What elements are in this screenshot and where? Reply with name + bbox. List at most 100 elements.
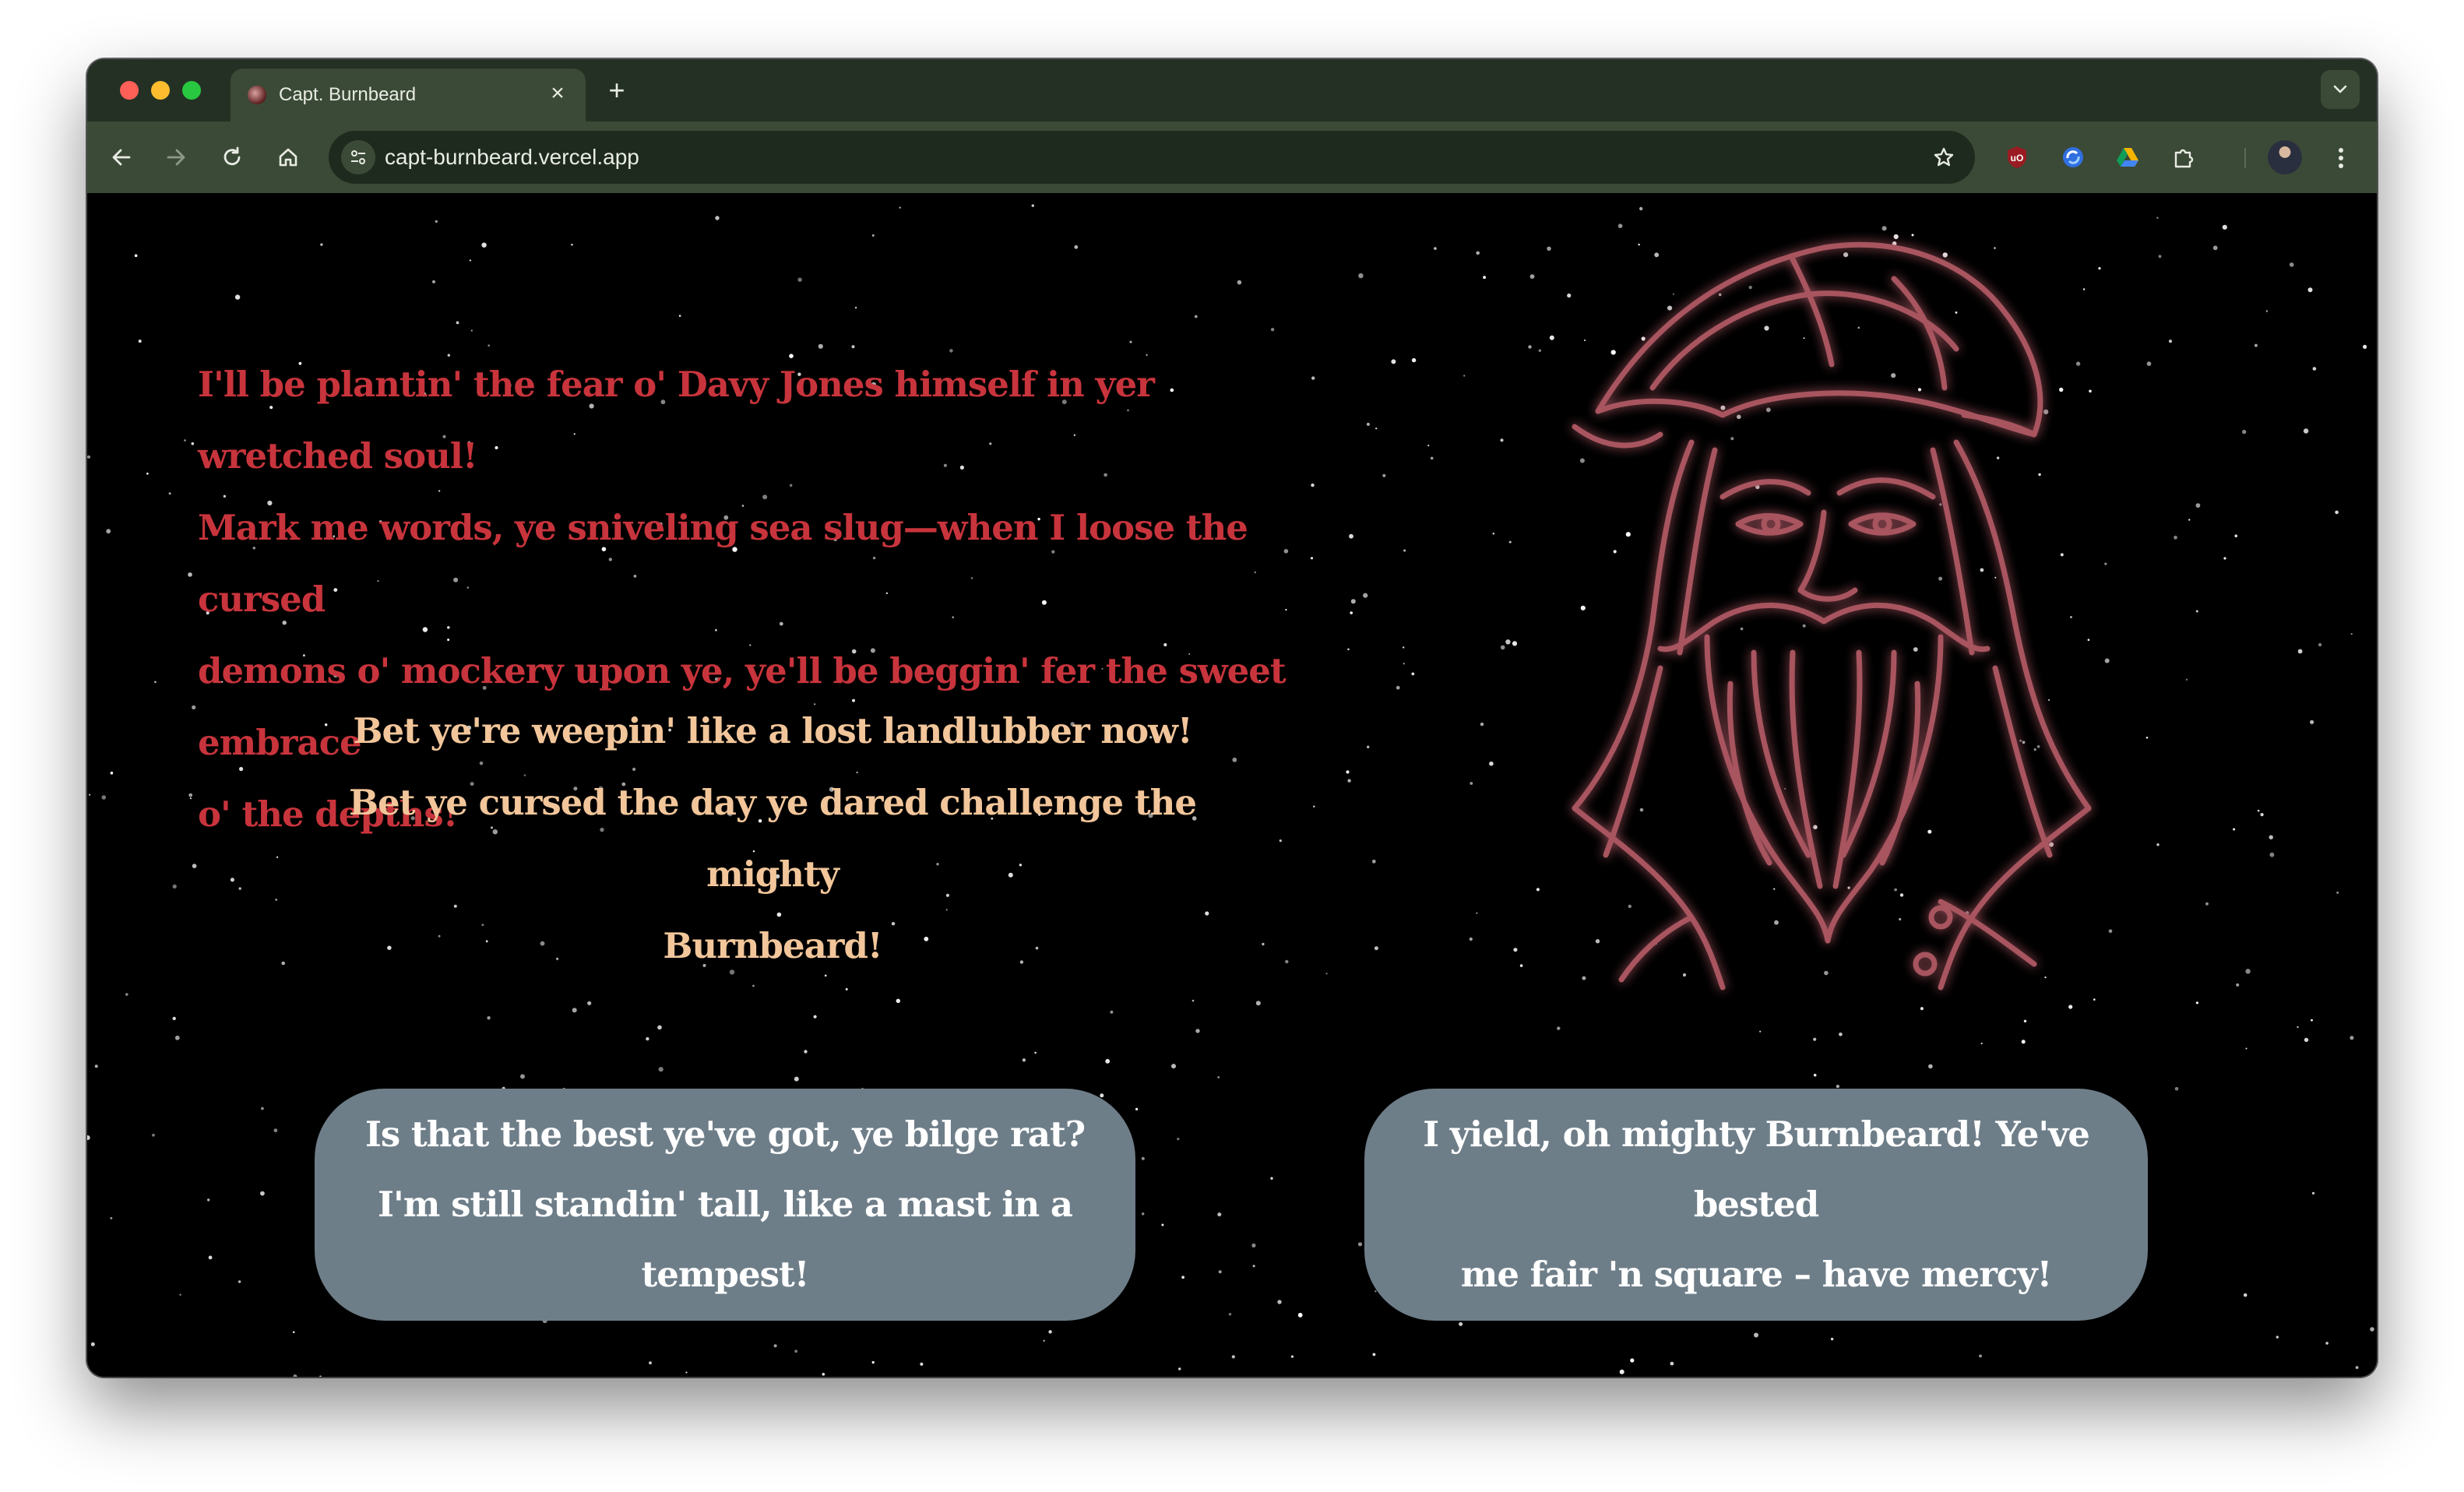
star-icon — [1934, 147, 1954, 167]
new-tab-button[interactable]: + — [601, 75, 632, 106]
tab-search-button[interactable] — [2321, 70, 2360, 109]
star-dot — [1411, 672, 1415, 676]
star-dot — [1619, 1369, 1624, 1374]
tab-close-button[interactable]: × — [544, 79, 572, 107]
browser-menu-button[interactable] — [2324, 140, 2358, 174]
tab-strip: Capt. Burnbeard × + — [87, 59, 2377, 121]
star-dot — [1403, 549, 1406, 552]
star-dot — [207, 1198, 210, 1202]
active-tab[interactable]: Capt. Burnbeard × — [231, 69, 586, 121]
star-dot — [1285, 959, 1289, 964]
star-dot — [2243, 1293, 2248, 1297]
star-dot — [851, 345, 855, 349]
star-dot — [87, 1135, 90, 1140]
sync-extension-button[interactable] — [2056, 140, 2090, 174]
taunt-line: Mark me words, ye sniveling sea slug—whe… — [198, 507, 1248, 620]
star-dot — [2310, 720, 2314, 724]
star-dot — [572, 1008, 577, 1013]
star-dot — [152, 1133, 155, 1137]
star-dot — [189, 797, 192, 800]
star-dot — [2370, 1327, 2374, 1332]
close-window-button[interactable] — [120, 81, 139, 100]
star-dot — [752, 984, 755, 987]
star-dot — [1161, 1223, 1164, 1226]
home-icon — [279, 148, 297, 167]
star-dot — [2254, 343, 2258, 347]
star-dot — [1277, 1300, 1282, 1304]
star-dot — [2185, 678, 2188, 681]
bookmark-button[interactable] — [1927, 140, 1961, 174]
star-dot — [487, 1016, 491, 1020]
star-dot — [794, 1349, 797, 1353]
star-dot — [1194, 315, 1198, 318]
profile-avatar[interactable] — [2268, 140, 2302, 174]
star-dot — [1195, 1029, 1200, 1033]
star-dot — [1347, 648, 1350, 651]
page-content: I'll be plantin' the fear o' Davy Jones … — [87, 193, 2377, 1377]
star-dot — [146, 472, 149, 475]
star-dot — [773, 1344, 777, 1348]
reply-line: I'm still standin' tall, like a mast in … — [377, 1184, 1073, 1295]
star-dot — [87, 455, 91, 459]
star-dot — [1374, 946, 1378, 951]
address-bar[interactable]: capt-burnbeard.vercel.app — [329, 131, 1975, 184]
drive-extension-button[interactable] — [2110, 140, 2145, 174]
minimize-window-button[interactable] — [151, 81, 170, 100]
star-dot — [293, 1374, 297, 1377]
ublock-icon: uO — [2008, 146, 2026, 168]
star-dot — [2336, 891, 2339, 894]
star-dot — [2363, 344, 2367, 349]
taunt-line: I'll be plantin' the fear o' Davy Jones … — [198, 364, 1155, 477]
star-dot — [188, 572, 192, 577]
star-dot — [658, 1067, 664, 1072]
forward-button[interactable] — [159, 140, 193, 174]
toolbar-separator — [2244, 148, 2246, 168]
star-dot — [192, 705, 196, 710]
star-dot — [1427, 444, 1430, 447]
star-dot — [1557, 1026, 1561, 1030]
defy-reply-button[interactable]: Is that the best ye've got, ye bilge rat… — [315, 1089, 1135, 1321]
star-dot — [2188, 519, 2191, 521]
brag-line: Bet ye cursed the day ye dared challenge… — [349, 782, 1197, 895]
reload-button[interactable] — [215, 140, 249, 174]
star-dot — [106, 529, 111, 534]
star-dot — [469, 259, 471, 262]
star-dot — [1382, 473, 1386, 477]
star-dot — [2195, 1001, 2198, 1005]
star-dot — [1347, 779, 1351, 783]
back-button[interactable] — [104, 140, 139, 174]
star-dot — [2312, 367, 2317, 371]
star-dot — [1396, 685, 1400, 690]
star-dot — [261, 1107, 264, 1110]
star-dot — [804, 1050, 808, 1054]
star-dot — [1434, 247, 1437, 250]
star-dot — [192, 864, 197, 868]
star-dot — [481, 242, 487, 248]
home-button[interactable] — [271, 140, 305, 174]
chevron-down-icon — [2333, 85, 2347, 93]
kebab-menu-icon — [2339, 148, 2343, 168]
star-dot — [1754, 1332, 1758, 1338]
star-dot — [2222, 224, 2227, 230]
yield-reply-button[interactable]: I yield, oh mighty Burnbeard! Ye've best… — [1364, 1089, 2148, 1321]
star-dot — [2297, 649, 2303, 654]
star-dot — [1290, 1355, 1294, 1358]
url-text: capt-burnbeard.vercel.app — [385, 145, 639, 169]
star-dot — [678, 315, 681, 317]
site-info-button[interactable] — [341, 140, 375, 174]
star-dot — [435, 220, 438, 223]
star-dot — [2245, 1047, 2248, 1050]
star-dot — [571, 244, 573, 246]
star-dot — [1350, 611, 1353, 614]
ublock-extension-button[interactable]: uO — [2000, 140, 2034, 174]
star-dot — [276, 856, 279, 858]
star-dot — [1231, 1355, 1235, 1359]
reply-line: me fair 'n square – have mercy! — [1460, 1254, 2052, 1295]
maximize-window-button[interactable] — [182, 81, 201, 100]
brag-line: Bet ye're weepin' like a lost landlubber… — [353, 710, 1192, 751]
star-dot — [1403, 663, 1405, 665]
star-dot — [1135, 1107, 1139, 1110]
extensions-button[interactable] — [2167, 140, 2201, 174]
star-dot — [2325, 1342, 2328, 1345]
star-dot — [2335, 510, 2339, 515]
